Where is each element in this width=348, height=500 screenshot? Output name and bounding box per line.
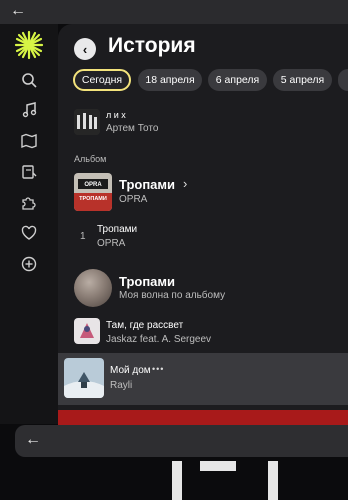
player-strip xyxy=(58,410,348,426)
more-icon[interactable]: ••• xyxy=(152,364,164,374)
section-label: Альбом xyxy=(74,154,107,164)
svg-text:OPRA: OPRA xyxy=(84,182,102,188)
plus-circle-icon[interactable] xyxy=(19,254,39,274)
chevron-right-icon[interactable]: › xyxy=(183,176,187,191)
tab-today[interactable]: Сегодня xyxy=(73,69,131,91)
search-icon[interactable] xyxy=(19,70,39,90)
top-bar: ← xyxy=(0,0,348,24)
track-cover[interactable] xyxy=(74,109,100,135)
album-title[interactable]: Тропами xyxy=(119,177,175,192)
yandex-music-logo[interactable] xyxy=(14,30,44,60)
decor-bar xyxy=(200,461,236,471)
album-artist[interactable]: OPRA xyxy=(119,194,147,205)
track-home-row[interactable]: Мой дом ••• Rayli xyxy=(58,353,348,405)
book-icon[interactable] xyxy=(19,162,39,182)
track-home-cover[interactable] xyxy=(64,358,104,398)
tab-more[interactable] xyxy=(338,69,348,91)
tab-april-18[interactable]: 18 апреля xyxy=(138,69,202,91)
map-icon[interactable] xyxy=(19,131,39,151)
puzzle-icon[interactable] xyxy=(19,193,39,213)
track-dawn-title[interactable]: Там, где рассвет xyxy=(106,320,183,331)
album-track-artist[interactable]: OPRA xyxy=(97,238,125,249)
tab-april-5[interactable]: 5 апреля xyxy=(273,69,332,91)
track-number: 1 xyxy=(80,231,86,242)
track-dawn-artist[interactable]: Jaskaz feat. A. Sergeev xyxy=(106,334,211,345)
decor-bar xyxy=(268,461,278,500)
arrow-left-icon[interactable]: ← xyxy=(10,2,26,20)
track-home-title[interactable]: Мой дом xyxy=(110,365,151,376)
svg-text:ТРОПАМИ: ТРОПАМИ xyxy=(79,196,107,202)
track-title[interactable]: л и х xyxy=(106,110,126,120)
bottom-bar: ← xyxy=(15,425,348,457)
track-dawn-cover[interactable] xyxy=(74,318,100,344)
album-track-title[interactable]: Тропами xyxy=(97,224,137,235)
decor-bar xyxy=(172,461,182,500)
wave-title[interactable]: Тропами xyxy=(119,274,175,289)
arrow-left-icon[interactable]: ← xyxy=(25,431,41,449)
back-button[interactable]: ‹ xyxy=(74,38,96,60)
track-artist[interactable]: Артем Тото xyxy=(106,123,158,134)
album-cover[interactable]: OPRA ТРОПАМИ xyxy=(74,173,112,211)
heart-icon[interactable] xyxy=(19,223,39,243)
chevron-left-icon: ‹ xyxy=(82,41,88,57)
tab-april-6[interactable]: 6 апреля xyxy=(208,69,267,91)
track-home-artist[interactable]: Rayli xyxy=(110,380,132,391)
music-note-icon[interactable] xyxy=(19,100,39,120)
wave-cover[interactable] xyxy=(74,269,112,307)
wave-subtitle[interactable]: Моя волна по альбому xyxy=(119,290,225,301)
background-area xyxy=(0,457,348,500)
page-title: История xyxy=(108,34,196,57)
